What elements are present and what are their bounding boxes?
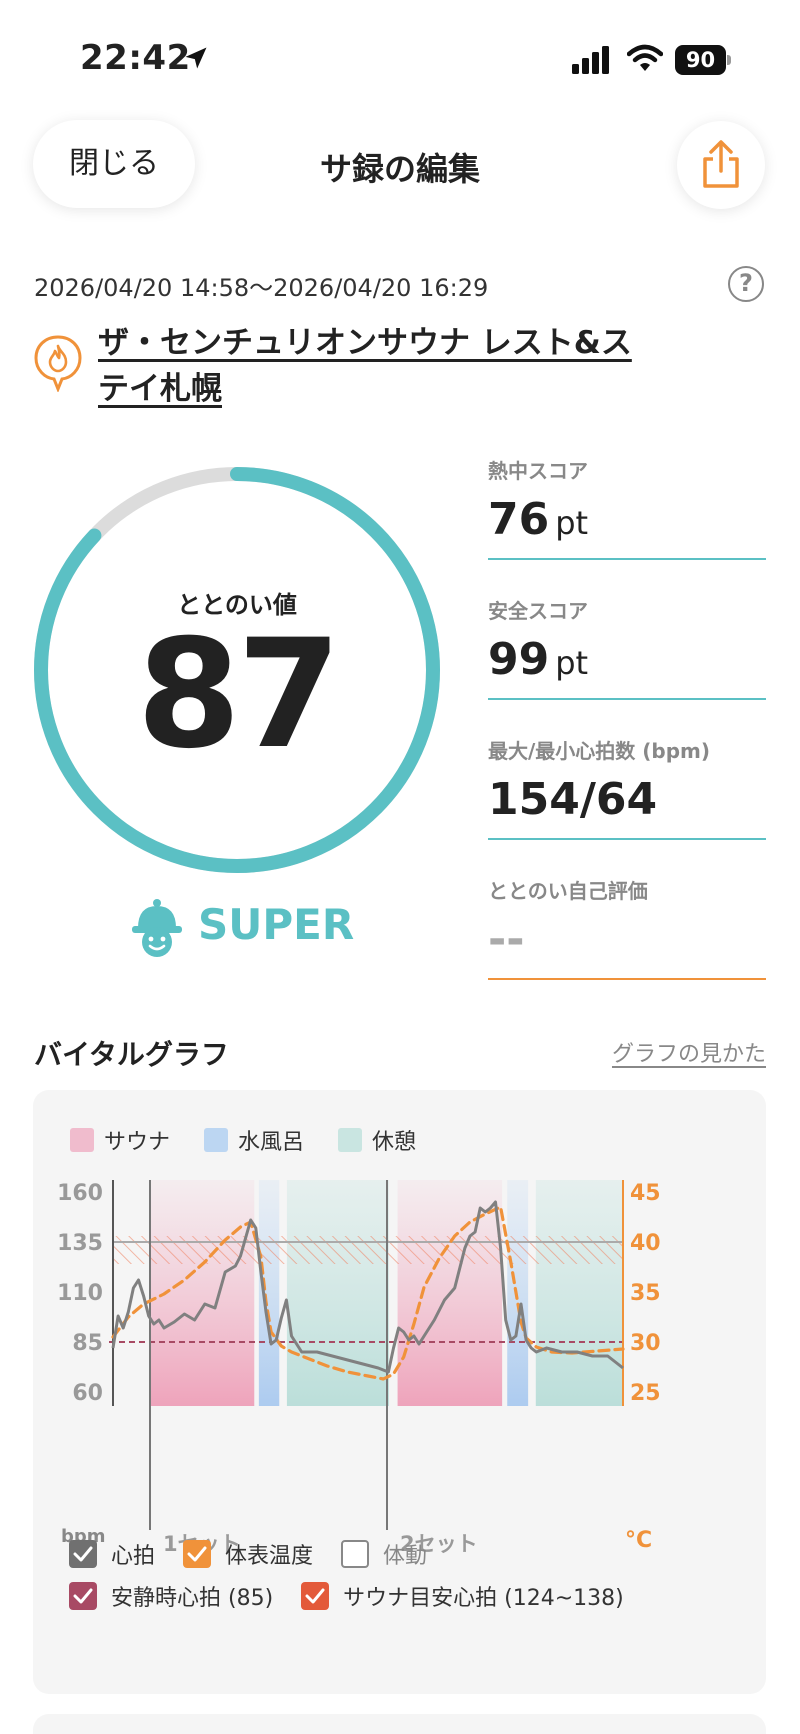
graph-guide-link[interactable]: グラフの見かた [560,1036,766,1068]
y2-axis-unit: °C [625,1528,652,1553]
score-underline [488,698,766,700]
score-label: 最大/最小心拍数 (bpm) [488,739,711,763]
score-label: ととのい自己評価 [488,879,648,903]
y2-tick-label: 25 [630,1381,661,1406]
battery-tip [727,55,731,65]
self-rating-value: -- [488,914,525,965]
vital-chart: 16013511085604540353025 bpm °C 1セット 2セット [57,1180,661,1556]
score-safety[interactable]: 安全スコア 99 pt [488,595,766,700]
phase-band-rest [286,1180,389,1406]
check-icon [187,1546,207,1562]
toggle-heart-rate[interactable]: 心拍 [69,1538,155,1570]
facility-name-link[interactable]: ザ・センチュリオンサウナ レスト&ステイ札幌 [98,320,658,412]
status-time: 22:42 [80,38,191,78]
y-tick-label: 110 [57,1281,103,1306]
checkbox-checked[interactable] [183,1540,212,1568]
totonoi-gauge: ととのい値 87 [32,465,442,875]
check-icon [73,1588,93,1604]
bell-hat-mascot-icon [132,899,182,957]
graph-toggles-row-1: 心拍 体表温度 体動 [69,1538,455,1570]
battery-indicator: 90 [675,45,731,75]
score-heart-rate[interactable]: 最大/最小心拍数 (bpm) 154/64 [488,735,766,840]
phase-band-cold [258,1180,280,1406]
self-rating-field[interactable]: ととのい自己評価 -- [488,875,766,980]
score-value: 76 pt [488,494,589,545]
score-label: 熱中スコア [488,459,588,483]
toggle-body-motion[interactable]: 体動 [341,1538,427,1570]
score-underline [488,838,766,840]
checkbox-checked[interactable] [69,1582,97,1610]
y2-tick-label: 40 [630,1231,661,1256]
y-tick-label: 60 [72,1381,103,1406]
checkbox-checked[interactable] [301,1582,330,1610]
sauna-facility-icon [34,335,82,392]
score-underline [488,978,766,980]
check-icon [305,1588,325,1604]
checkbox-checked[interactable] [69,1540,97,1568]
battery-level: 90 [675,45,726,75]
toggle-skin-temp[interactable]: 体表温度 [183,1538,313,1570]
y2-tick-label: 30 [630,1331,661,1356]
help-icon[interactable]: ? [728,266,764,302]
next-section-card [33,1714,766,1734]
share-icon [703,140,739,188]
page-title: サ録の編集 [319,150,480,188]
toggle-resting-hr[interactable]: 安静時心拍 (85) [69,1580,273,1612]
graph-toggles-row-2: 安静時心拍 (85) サウナ目安心拍 (124~138) [69,1580,652,1612]
phase-band-rest [535,1180,623,1406]
score-value: 99 pt [488,634,589,685]
close-button[interactable]: 閉じる [33,120,195,208]
y2-tick-label: 45 [630,1181,661,1206]
y-tick-label: 160 [57,1181,103,1206]
totonoi-level: SUPER [198,900,355,949]
score-netchu[interactable]: 熱中スコア 76 pt [488,455,766,560]
vital-graph-title: バイタルグラフ [34,1038,229,1071]
score-underline [488,558,766,560]
wifi-icon [627,44,663,71]
cellular-signal-icon [572,46,609,74]
score-value: 154/64 [488,774,658,825]
y-tick-label: 85 [72,1331,103,1356]
score-label: 安全スコア [488,599,588,623]
session-date-range: 2026/04/20 14:58～2026/04/20 16:29 [34,274,489,302]
y-tick-label: 135 [57,1231,103,1256]
y2-tick-label: 35 [630,1281,661,1306]
share-button[interactable] [677,121,765,209]
checkbox-unchecked[interactable] [341,1540,370,1568]
location-arrow-icon [185,47,207,69]
vital-graph-card: サウナ 水風呂 休憩 160 135 110 85 60 45 40 35 30… [33,1090,766,1694]
totonoi-value: 87 [136,608,342,782]
status-bar: 22:42 90 [0,0,800,110]
target-hr-hatch [113,1236,623,1264]
toggle-sauna-target-hr[interactable]: サウナ目安心拍 (124~138) [301,1580,624,1612]
check-icon [73,1546,93,1562]
